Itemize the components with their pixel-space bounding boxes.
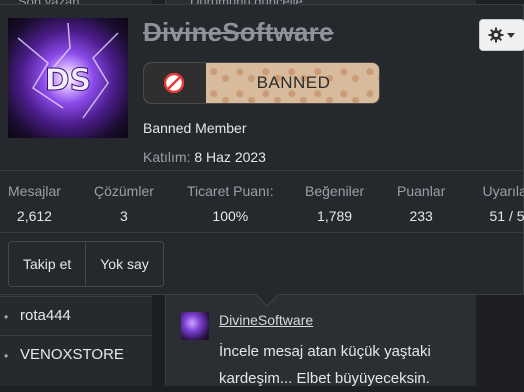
stat-label: Uyarılar: [482, 183, 524, 199]
stat-label: Beğeniler: [305, 183, 365, 199]
list-item-name: VENOXSTORE: [20, 346, 124, 363]
stat-solutions[interactable]: Çözümler 3: [94, 183, 154, 224]
no-entry-icon: [164, 73, 184, 93]
stat-warnings[interactable]: Uyarılar 51 / 5: [477, 183, 524, 224]
gear-icon: [488, 27, 504, 43]
bullet-icon: •: [4, 349, 9, 363]
banned-banner: BANNED: [143, 62, 380, 104]
stat-label: Mesajlar: [8, 183, 61, 199]
follow-button[interactable]: Takip et: [9, 242, 86, 286]
joined-date: Katılım: 8 Haz 2023: [143, 149, 266, 165]
joined-value: 8 Haz 2023: [194, 149, 266, 165]
message-text: İncele mesaj atan küçük yaştaki kardeşim…: [219, 343, 431, 387]
avatar-logo-text: DS: [45, 63, 92, 98]
stat-value: 233: [409, 208, 433, 224]
avatar[interactable]: DS: [8, 18, 128, 138]
stat-value: 51 / 5: [489, 208, 524, 224]
profile-username[interactable]: DivineSoftware: [143, 17, 334, 48]
tooltip-arrow: [254, 293, 280, 307]
stat-trade-score[interactable]: Ticaret Puanı: 100%: [187, 183, 274, 224]
list-item[interactable]: • rota444: [0, 296, 152, 335]
stat-label: Çözümler: [94, 183, 154, 199]
stats-divider-bottom: [0, 232, 524, 233]
bullet-icon: •: [4, 310, 9, 324]
profile-menu-button[interactable]: [479, 19, 524, 51]
ignore-button[interactable]: Yok say: [85, 242, 163, 286]
profile-actions: Takip et Yok say: [8, 241, 164, 287]
banned-label: BANNED: [256, 73, 331, 92]
member-title: Banned Member: [143, 120, 247, 136]
stats-divider-top: [0, 170, 524, 171]
chevron-down-icon: [507, 33, 515, 38]
stat-label: Puanlar: [397, 183, 446, 199]
stat-value: 2,612: [16, 208, 52, 224]
joined-label: Katılım:: [143, 149, 191, 165]
stat-value: 3: [120, 208, 128, 224]
message-username-link[interactable]: DivineSoftware: [219, 312, 313, 328]
stat-likes[interactable]: Beğeniler 1,789: [305, 183, 364, 224]
stat-points[interactable]: Puanlar 233: [397, 183, 445, 224]
message-avatar[interactable]: [181, 312, 209, 340]
stat-label: Ticaret Puanı:: [187, 183, 274, 199]
list-item-name: rota444: [20, 307, 71, 324]
list-item[interactable]: • VENOXSTORE: [0, 335, 152, 374]
stat-value: 1,789: [317, 208, 353, 224]
stat-messages[interactable]: Mesajlar 2,612: [8, 183, 61, 224]
stat-value: 100%: [212, 208, 249, 224]
